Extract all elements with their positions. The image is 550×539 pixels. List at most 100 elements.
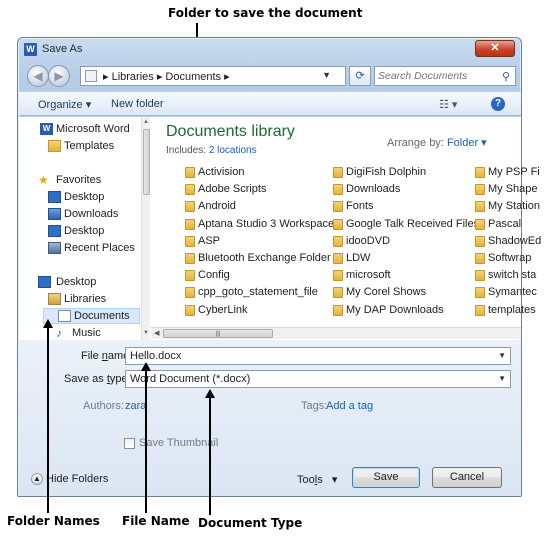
window-title: Save As	[42, 43, 83, 55]
scrollbar-thumb[interactable]: |||	[163, 329, 273, 338]
desktop-icon	[48, 191, 61, 203]
folder-icon	[475, 184, 485, 196]
folder-label: My Shape	[488, 183, 538, 196]
folder-label: Softwrap	[488, 252, 532, 264]
folder-icon	[475, 270, 485, 282]
nav-item-desktop[interactable]: Desktop	[19, 190, 142, 206]
main-area: W Microsoft Word Templates ★ Favorites D…	[19, 117, 541, 340]
new-folder-button[interactable]: New folder	[111, 98, 164, 110]
save-thumbnail-checkbox[interactable]	[124, 438, 135, 449]
folder-label: switch sta	[488, 269, 537, 282]
nav-item-recent-places[interactable]: Recent Places	[19, 241, 142, 257]
nav-item-downloads[interactable]: Downloads	[19, 207, 142, 223]
arrow-head-document-type	[205, 389, 215, 398]
folder-icon	[333, 235, 343, 247]
annotation-file-name: File Name	[122, 514, 190, 528]
search-box[interactable]: ⚲	[374, 66, 516, 86]
desktop-icon	[38, 276, 51, 288]
nav-item-libraries[interactable]: Libraries	[19, 292, 142, 308]
nav-item-documents[interactable]: Documents	[43, 308, 140, 324]
search-input[interactable]	[378, 69, 496, 83]
annotation-document-type: Document Type	[198, 516, 303, 530]
chevron-down-icon[interactable]: ▼	[498, 351, 506, 360]
tags-value[interactable]: Add a tag	[326, 400, 373, 412]
libraries-icon	[48, 293, 61, 305]
folder-icon	[333, 167, 343, 178]
navigation-pane: W Microsoft Word Templates ★ Favorites D…	[19, 117, 150, 340]
arrange-by: Arrange by: Folder ▾	[387, 137, 487, 149]
folder-label: microsoft	[346, 269, 391, 282]
arrow-to-folder-names	[47, 327, 49, 513]
folder-label: My DAP Downloads	[346, 303, 444, 316]
word-icon: W	[40, 123, 53, 135]
folder-icon	[185, 270, 195, 282]
address-row: ◀ ▶ ▸ Libraries ▸ Documents ▸ ▼ ⟳ ⚲	[24, 64, 516, 88]
folder-label: Pascal	[488, 217, 522, 230]
arrow-to-document-type	[209, 397, 211, 515]
folder-label: Config	[198, 269, 230, 282]
cancel-button[interactable]: Cancel	[432, 467, 502, 488]
folder-icon	[475, 201, 485, 213]
hide-folders-button[interactable]: ▲ Hide Folders	[31, 473, 108, 486]
save-as-dialog: W Save As ✕ ◀ ▶ ▸ Libraries ▸ Documents …	[17, 37, 541, 497]
folder-icon	[333, 253, 343, 264]
chevron-down-icon[interactable]: ▼	[498, 374, 506, 383]
folder-icon	[475, 287, 485, 299]
folder-label: Adobe Scripts	[198, 183, 267, 196]
forward-button[interactable]: ▶	[48, 65, 70, 87]
chevron-down-icon[interactable]: ▼	[322, 70, 331, 80]
folder-label: cpp_goto_statement_file	[198, 286, 318, 299]
close-button[interactable]: ✕	[475, 40, 515, 57]
library-includes: Includes: 2 locations	[166, 145, 257, 156]
save-button[interactable]: Save	[352, 467, 420, 488]
nav-item-desktop-2[interactable]: Desktop	[19, 224, 142, 240]
save-as-type-select[interactable]: Word Document (*.docx) ▼	[125, 370, 511, 388]
title-bar: W Save As ✕	[18, 38, 521, 62]
folder-label: Activision	[198, 166, 245, 178]
folder-icon	[475, 167, 485, 178]
organize-button[interactable]: Organize ▾	[38, 98, 91, 111]
file-name-field[interactable]: Hello.docx ▼	[125, 347, 511, 365]
folder-label: Symantec	[488, 286, 537, 299]
nav-item-templates[interactable]: Templates	[19, 139, 142, 155]
tools-menu[interactable]: Tools ▾	[297, 473, 337, 486]
authors-value[interactable]: zara	[125, 400, 146, 412]
folder-icon	[475, 235, 485, 247]
file-list-pane: Documents library Includes: 2 locations …	[151, 117, 541, 340]
star-icon: ★	[38, 173, 49, 187]
folder-label: Fonts	[346, 200, 374, 213]
folder-icon	[185, 253, 195, 264]
folder-icon	[475, 253, 485, 264]
search-icon[interactable]: ⚲	[502, 70, 510, 83]
locations-link[interactable]: 2 locations	[209, 145, 257, 156]
folder-label: Android	[198, 200, 236, 213]
help-icon[interactable]: ?	[491, 97, 505, 111]
nav-item-favorites[interactable]: ★ Favorites	[19, 173, 142, 189]
arrow-head-folder-names	[43, 319, 53, 328]
nav-item-desktop-root[interactable]: Desktop	[19, 275, 142, 291]
horizontal-scrollbar[interactable]: ◀ |||	[151, 327, 521, 339]
folder-icon	[185, 287, 195, 299]
folder-label: Aptana Studio 3 Workspace	[198, 217, 335, 230]
change-view-icon[interactable]: ☷ ▾	[439, 98, 457, 111]
folder-label: Bluetooth Exchange Folder	[198, 252, 331, 264]
nav-item-microsoft-word[interactable]: W Microsoft Word	[19, 122, 142, 138]
address-bar[interactable]: ▸ Libraries ▸ Documents ▸ ▼	[80, 66, 346, 86]
nav-scrollbar[interactable]: ▲ ▼	[141, 117, 150, 340]
refresh-button[interactable]: ⟳	[349, 66, 371, 86]
save-thumbnail-label: Save Thumbnail	[139, 437, 219, 449]
desktop-icon	[48, 225, 61, 237]
annotation-folder-to-save: Folder to save the document	[168, 6, 363, 20]
save-as-type-label: Save as type:	[64, 373, 131, 385]
arrow-to-file-name	[145, 370, 147, 513]
folder-label: My Station	[488, 200, 540, 213]
folder-icon	[85, 70, 97, 82]
arrow-head-file-name	[141, 362, 151, 371]
folder-icon	[333, 270, 343, 282]
folder-icon	[475, 218, 485, 230]
folder-icon	[333, 218, 343, 230]
back-button[interactable]: ◀	[27, 65, 49, 87]
scrollbar-thumb[interactable]	[143, 129, 150, 195]
arrange-by-dropdown[interactable]: Folder ▾	[447, 137, 487, 149]
folder-label: ShadowEd	[488, 234, 542, 247]
